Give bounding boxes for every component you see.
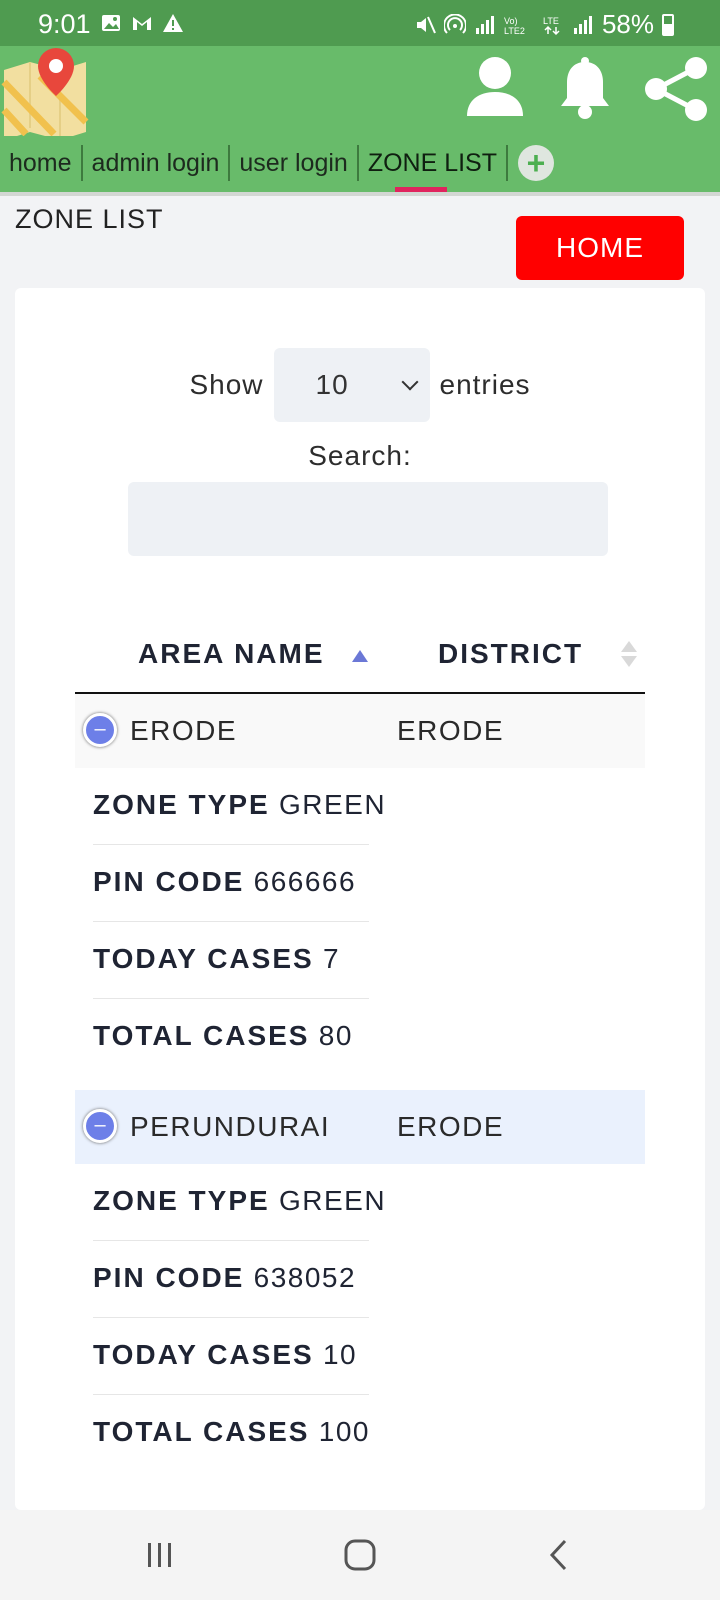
chevron-down-icon [401,373,418,391]
collapse-row-icon[interactable]: – [83,1109,117,1143]
signal-icon [573,15,592,34]
entries-select[interactable]: 10 [273,348,430,422]
svg-text:LTE: LTE [543,16,559,26]
status-bar: 9:01 Vo) LTE2 LTE 58% [0,0,720,46]
collapse-row-icon[interactable]: – [83,713,117,747]
column-header-district[interactable]: DISTRICT [438,614,583,694]
home-system-button[interactable] [320,1510,400,1600]
row-details: ZONE TYPE GREEN PIN CODE 638052 TODAY CA… [93,1164,385,1472]
volte-icon: Vo)LTE2 [504,16,525,36]
row-details: ZONE TYPE GREEN PIN CODE 666666 TODAY CA… [93,768,385,1076]
map-logo-icon[interactable] [0,46,92,136]
detail-total-cases: TOTAL CASES 80 [93,1020,353,1051]
table-row[interactable]: – ERODE ERODE [75,694,645,768]
entries-control: Show 10 entries [15,348,705,422]
share-icon[interactable] [644,56,708,122]
mute-icon [416,16,436,33]
clock: 9:01 [38,9,91,39]
cell-area-name: ERODE [130,715,238,746]
page-title: ZONE LIST [15,204,164,234]
search-label: Search: [308,440,412,471]
svg-text:LTE2: LTE2 [504,26,525,36]
battery-icon [662,13,674,36]
hotspot-icon [443,13,466,34]
detail-pin-code: PIN CODE 638052 [93,1241,369,1318]
table-row[interactable]: – PERUNDURAI ERODE [75,1090,645,1164]
user-icon[interactable] [466,56,524,118]
back-icon [549,1539,567,1571]
detail-today-cases: TODAY CASES 10 [93,1318,369,1395]
recents-icon [148,1543,171,1567]
battery-percent: 58% [601,9,654,39]
bell-icon[interactable] [558,56,612,120]
cell-district: ERODE [397,715,505,746]
nav-tabs: home admin login user login ZONE LIST + [0,140,554,195]
gmail-icon [133,17,151,30]
detail-total-cases: TOTAL CASES 100 [93,1416,370,1447]
signal-icon [475,15,494,34]
svg-text:Vo): Vo) [504,16,518,26]
tab-admin-login[interactable]: admin login [83,145,231,181]
detail-zone-type: ZONE TYPE GREEN [93,768,385,845]
detail-zone-type: ZONE TYPE GREEN [93,1164,385,1241]
cell-area-name: PERUNDURAI [130,1111,331,1142]
recents-button[interactable] [120,1510,200,1600]
app-header: home admin login user login ZONE LIST + [0,46,720,195]
home-circle-icon [344,1539,376,1571]
home-button[interactable]: HOME [516,216,684,280]
entries-label: entries [439,369,531,400]
table-header: AREA NAME DISTRICT [75,614,645,694]
cell-district: ERODE [397,1111,505,1142]
add-tab-icon[interactable]: + [518,145,554,181]
sort-icon[interactable] [621,639,637,669]
image-icon [102,15,120,31]
warning-icon [163,14,183,32]
tab-home[interactable]: home [0,145,83,181]
search-input[interactable] [128,482,608,556]
lte-icon: LTE [543,16,560,35]
sort-ascending-icon[interactable] [352,650,368,662]
detail-today-cases: TODAY CASES 7 [93,922,369,999]
show-label: Show [189,369,264,400]
tab-user-login[interactable]: user login [230,145,359,181]
detail-pin-code: PIN CODE 666666 [93,845,369,922]
back-button[interactable] [520,1510,600,1600]
zone-table-card: Show 10 entries Search: AREA NAME DISTRI… [15,288,705,1510]
tab-zone-list[interactable]: ZONE LIST [359,145,508,195]
system-nav-bar [0,1510,720,1600]
entries-value: 10 [315,369,349,400]
header-divider [0,192,720,196]
column-header-area-name[interactable]: AREA NAME [138,614,325,694]
